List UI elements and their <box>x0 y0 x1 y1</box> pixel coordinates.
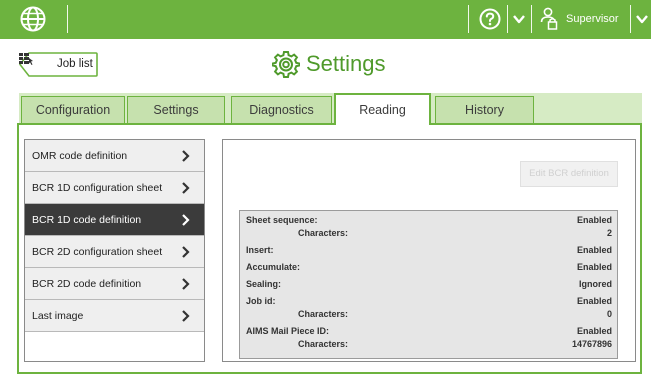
detail-row: Insert: Enabled <box>246 245 612 257</box>
divider <box>630 5 631 33</box>
job-list-button[interactable]: Job list <box>19 52 98 77</box>
question-circle-icon[interactable] <box>479 8 501 30</box>
chevron-right-icon <box>182 182 190 194</box>
detail-row: Accumulate: Enabled <box>246 262 612 274</box>
tab-configuration[interactable]: Configuration <box>21 96 125 124</box>
detail-row: Sheet sequence: Enabled <box>246 215 612 227</box>
menu-item-label: OMR code definition <box>32 150 128 162</box>
edit-bcr-definition-button[interactable]: Edit BCR definition <box>520 161 618 187</box>
gear-icon <box>272 51 300 78</box>
chevron-right-icon <box>182 278 190 290</box>
detail-key: Accumulate: <box>246 262 301 272</box>
divider <box>507 5 508 33</box>
tab-settings[interactable]: Settings <box>127 96 225 124</box>
reading-menu: OMR code definition BCR 1D configuration… <box>24 139 205 362</box>
page-title: Settings <box>306 51 386 76</box>
detail-value: Enabled <box>576 326 612 336</box>
detail-row: Sealing: Ignored <box>246 279 612 291</box>
detail-key: Characters: <box>298 228 349 238</box>
detail-key: Sheet sequence: <box>246 215 318 225</box>
detail-row: Characters: 2 <box>246 228 612 240</box>
detail-value: Enabled <box>576 245 612 255</box>
detail-value: Enabled <box>576 262 612 272</box>
user-role-label[interactable]: Supervisor <box>566 13 619 25</box>
menu-item-bcr-2d-code-definition[interactable]: BCR 2D code definition <box>25 268 204 300</box>
detail-value: Ignored <box>579 279 612 289</box>
chevron-down-icon[interactable] <box>512 12 526 26</box>
detail-value: 0 <box>606 309 612 319</box>
menu-item-label: BCR 1D code definition <box>32 214 142 226</box>
detail-value: 14767896 <box>571 339 612 349</box>
menu-item-bcr-1d-configuration-sheet[interactable]: BCR 1D configuration sheet <box>25 172 204 204</box>
detail-key: Sealing: <box>246 279 282 289</box>
chevron-right-icon <box>182 214 190 226</box>
job-list-label: Job list <box>57 58 93 70</box>
menu-item-label: BCR 2D configuration sheet <box>32 246 163 258</box>
chevron-right-icon <box>182 310 190 322</box>
menu-item-omr-code-definition[interactable]: OMR code definition <box>25 140 204 172</box>
detail-row: AIMS Mail Piece ID: Enabled <box>246 326 612 338</box>
globe-icon[interactable] <box>20 6 46 32</box>
detail-key: AIMS Mail Piece ID: <box>246 326 330 336</box>
menu-item-bcr-2d-configuration-sheet[interactable]: BCR 2D configuration sheet <box>25 236 204 268</box>
detail-row: Characters: 14767896 <box>246 339 612 351</box>
detail-key: Insert: <box>246 245 274 255</box>
divider <box>67 5 68 33</box>
detail-row: Characters: 0 <box>246 309 612 321</box>
chevron-right-icon <box>182 246 190 258</box>
detail-value: Enabled <box>576 296 612 306</box>
menu-item-label: BCR 1D configuration sheet <box>32 182 163 194</box>
detail-key: Characters: <box>298 309 349 319</box>
tab-history[interactable]: History <box>435 96 534 124</box>
detail-key: Job id: <box>246 296 276 306</box>
divider <box>531 5 532 33</box>
chevron-down-icon[interactable] <box>635 12 649 26</box>
divider <box>468 5 469 33</box>
detail-value: Enabled <box>576 215 612 225</box>
top-bar: Supervisor <box>0 0 651 39</box>
chevron-right-icon <box>182 150 190 162</box>
menu-item-bcr-1d-code-definition[interactable]: BCR 1D code definition <box>25 204 204 236</box>
job-list-icon <box>19 53 33 65</box>
supervisor-user-icon[interactable] <box>540 7 558 31</box>
menu-item-label: BCR 2D code definition <box>32 278 142 290</box>
tab-reading[interactable]: Reading <box>334 93 431 125</box>
menu-item-label: Last image <box>32 310 84 322</box>
detail-row: Job id: Enabled <box>246 296 612 308</box>
menu-item-last-image[interactable]: Last image <box>25 300 204 332</box>
detail-key: Characters: <box>298 339 349 349</box>
tab-diagnostics[interactable]: Diagnostics <box>231 96 332 124</box>
detail-value: 2 <box>606 228 612 238</box>
